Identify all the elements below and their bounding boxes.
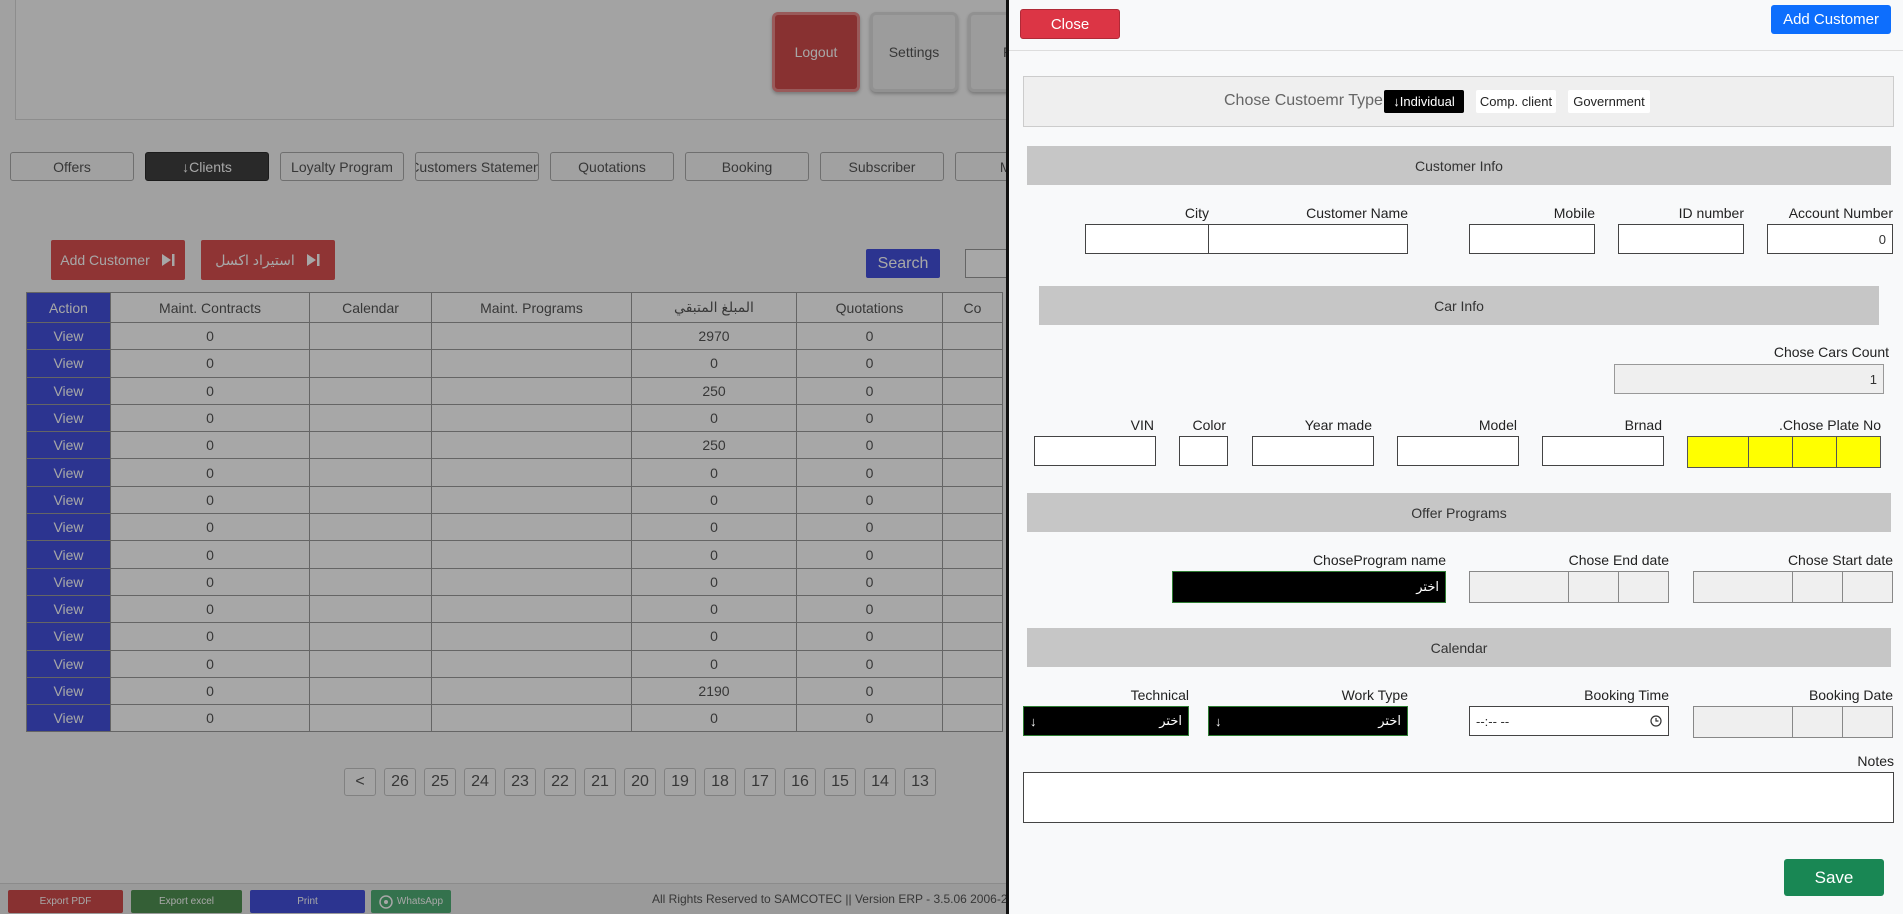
end-date-label: Chose End date (1568, 552, 1669, 568)
arrow-down-icon: ↓ (1030, 713, 1037, 729)
customer-type-label: Chose Custoemr Type (1224, 92, 1383, 109)
booking-time-label: Booking Time (1584, 687, 1669, 703)
booking-date-input[interactable] (1693, 706, 1893, 738)
plate-segment[interactable] (1688, 437, 1749, 467)
save-button[interactable]: Save (1784, 859, 1884, 896)
type-individual-label: Individual (1399, 94, 1455, 109)
brand-input[interactable] (1542, 436, 1664, 466)
technical-select[interactable]: ↓ اختر (1023, 706, 1189, 736)
mobile-input[interactable] (1469, 224, 1595, 254)
modal-overlay[interactable] (0, 0, 1006, 914)
booking-time-value: --:-- -- (1476, 713, 1510, 729)
customer-info-header: Customer Info (1027, 146, 1891, 185)
vin-label: VIN (1130, 417, 1154, 433)
type-company[interactable]: Comp. client (1476, 90, 1556, 113)
notes-textarea[interactable] (1023, 772, 1894, 823)
start-date-label: Chose Start date (1787, 552, 1893, 568)
work-type-select[interactable]: ↓ اختر (1208, 706, 1408, 736)
mobile-label: Mobile (1553, 205, 1595, 221)
booking-time-input[interactable]: --:-- -- (1469, 706, 1669, 736)
color-input[interactable] (1179, 436, 1228, 466)
booking-date-label: Booking Date (1808, 687, 1893, 703)
add-customer-button[interactable]: Add Customer (1771, 5, 1891, 34)
start-date-input[interactable] (1693, 571, 1893, 603)
year-made-label: Year made (1304, 417, 1372, 433)
customer-type-selector: Chose Custoemr Type ↓ Individual Comp. c… (1023, 76, 1894, 127)
customer-name-input[interactable] (1208, 224, 1408, 254)
plate-segment[interactable] (1749, 437, 1793, 467)
model-input[interactable] (1397, 436, 1519, 466)
brand-label: Brnad (1624, 417, 1662, 433)
plate-no-label: .Chose Plate No (1779, 417, 1881, 433)
model-label: Model (1478, 417, 1517, 433)
id-number-input[interactable] (1618, 224, 1744, 254)
add-customer-drawer: Close Add Customer Chose Custoemr Type ↓… (1006, 0, 1903, 914)
close-button[interactable]: Close (1020, 9, 1120, 39)
cars-count-input[interactable]: 1 (1614, 364, 1884, 394)
clock-icon (1650, 715, 1662, 727)
id-number-label: ID number (1678, 205, 1744, 221)
arrow-down-icon: ↓ (1215, 713, 1222, 729)
car-info-header: Car Info (1039, 286, 1879, 325)
color-label: Color (1192, 417, 1226, 433)
work-type-label: Work Type (1341, 687, 1408, 703)
account-number-input[interactable]: 0 (1767, 224, 1893, 254)
program-name-label: ChoseProgram name (1312, 552, 1446, 568)
cars-count-label: Chose Cars Count (1773, 344, 1889, 360)
type-individual[interactable]: ↓ Individual (1384, 90, 1464, 113)
notes-label: Notes (1857, 753, 1894, 769)
work-type-value: اختر (1378, 713, 1401, 728)
plate-segment[interactable] (1793, 437, 1837, 467)
calendar-header: Calendar (1027, 628, 1891, 667)
vin-input[interactable] (1034, 436, 1156, 466)
offer-programs-header: Offer Programs (1027, 493, 1891, 532)
drawer-header: Close Add Customer (1009, 0, 1903, 51)
technical-value: اختر (1159, 713, 1182, 728)
account-number-label: Account Number (1788, 205, 1893, 221)
customer-name-label: Customer Name (1306, 205, 1408, 221)
end-date-input[interactable] (1469, 571, 1669, 603)
year-made-input[interactable] (1252, 436, 1374, 466)
city-label: City (1184, 205, 1209, 221)
plate-segment[interactable] (1837, 437, 1880, 467)
program-name-select[interactable]: اختر (1172, 571, 1446, 603)
plate-no-input[interactable] (1687, 436, 1881, 468)
type-government[interactable]: Government (1568, 90, 1650, 113)
city-input[interactable] (1085, 224, 1209, 254)
technical-label: Technical (1130, 687, 1189, 703)
